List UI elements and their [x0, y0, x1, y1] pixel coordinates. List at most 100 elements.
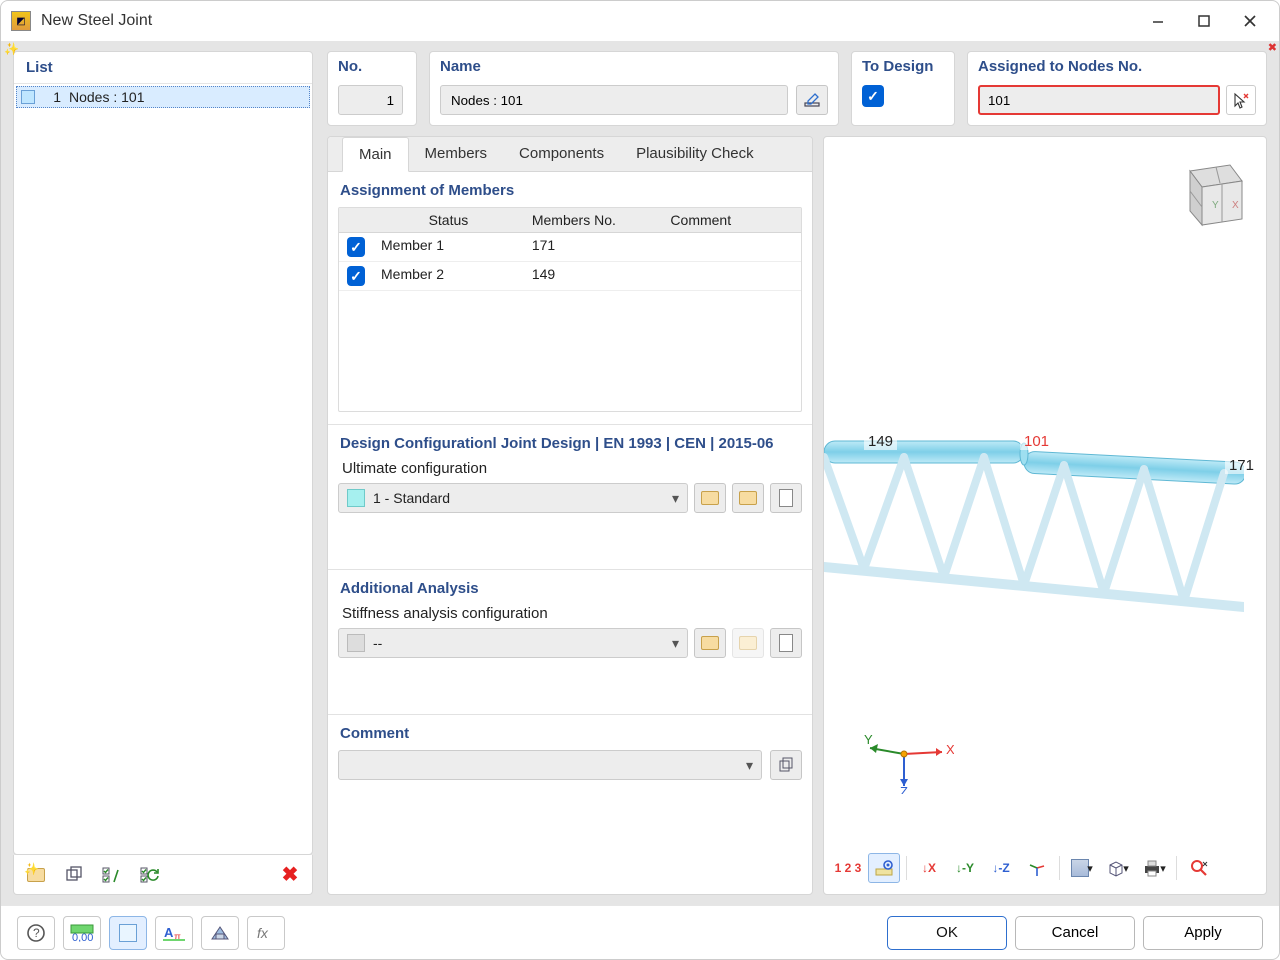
name-input[interactable] — [440, 85, 788, 115]
list-heading: List — [14, 52, 312, 84]
chevron-down-icon: ▾ — [672, 635, 679, 652]
col-members-no: Members No. — [524, 208, 663, 232]
zoom-extents-button[interactable] — [1183, 853, 1215, 883]
edit-icon — [804, 92, 820, 108]
assigned-nodes-label: Assigned to Nodes No. — [978, 58, 1256, 75]
cell-comment — [662, 233, 801, 261]
chevron-down-icon: ▾ — [746, 757, 753, 774]
view-x-button[interactable]: ↓X — [913, 853, 945, 883]
active-mode-button[interactable] — [109, 916, 147, 950]
duplicate-item-button[interactable] — [58, 860, 90, 890]
col-status: Status — [373, 208, 524, 232]
label-node-101: 101 — [1020, 433, 1053, 450]
remove-stiffness-button[interactable] — [770, 628, 802, 658]
svg-text:fx: fx — [257, 925, 269, 941]
comment-input[interactable]: ▾ — [338, 750, 762, 780]
ultimate-config-swatch — [347, 489, 365, 507]
design-config-title: Design Configurationl Joint Design | EN … — [340, 435, 802, 452]
assigned-nodes-input[interactable] — [978, 85, 1220, 115]
refresh-check-button[interactable] — [134, 860, 166, 890]
edit-name-button[interactable] — [796, 85, 828, 115]
name-card: Name — [429, 51, 839, 126]
row-checkbox[interactable]: ✓ — [347, 237, 365, 257]
cell-members-no: 149 — [524, 262, 663, 290]
stiffness-config-label: Stiffness analysis configuration — [342, 605, 802, 622]
tab-bar: Main Members Components Plausibility Che… — [328, 137, 812, 172]
show-dimensions-button[interactable] — [868, 853, 900, 883]
number-input[interactable] — [338, 85, 403, 115]
number-card: No. — [327, 51, 417, 126]
library-config-button[interactable] — [732, 483, 764, 513]
col-comment: Comment — [662, 208, 801, 232]
svg-text:0,00: 0,00 — [72, 932, 93, 942]
remove-config-button[interactable] — [770, 483, 802, 513]
tab-members[interactable]: Members — [409, 137, 504, 171]
tab-components[interactable]: Components — [503, 137, 620, 171]
view-y-button[interactable]: ↓-Y — [949, 853, 981, 883]
new-item-button[interactable] — [20, 860, 52, 890]
tab-plausibility[interactable]: Plausibility Check — [620, 137, 770, 171]
new-config-button[interactable] — [694, 483, 726, 513]
units-precision-button[interactable]: 0,00 — [63, 916, 101, 950]
name-label: Name — [440, 58, 828, 75]
table-row[interactable]: ✓ Member 1 171 — [339, 233, 801, 262]
stiffness-swatch — [347, 634, 365, 652]
svg-text:X: X — [1232, 200, 1239, 211]
preview-toolbar: 1 2 3 ↓X ↓-Y ↓-Z ▾ ▾ — [832, 850, 1258, 886]
dialog-footer: ? 0,00 Aπ fx OK Cancel Apply — [1, 905, 1279, 959]
svg-text:X: X — [946, 742, 954, 757]
row-checkbox[interactable]: ✓ — [347, 266, 365, 286]
list-body[interactable]: 1 Nodes : 101 — [14, 84, 312, 854]
cell-status: Member 1 — [373, 233, 524, 261]
comment-title: Comment — [340, 725, 802, 742]
comment-copy-button[interactable] — [770, 750, 802, 780]
display-mode-button[interactable]: ▾ — [1066, 853, 1098, 883]
axes-indicator: X Y Z — [864, 724, 954, 794]
ok-button[interactable]: OK — [887, 916, 1007, 950]
window-close-button[interactable] — [1227, 3, 1273, 39]
library-stiffness-button[interactable] — [732, 628, 764, 658]
label-node-171: 171 — [1225, 457, 1258, 474]
stiffness-config-select[interactable]: -- ▾ — [338, 628, 688, 658]
help-button[interactable]: ? — [17, 916, 55, 950]
additional-analysis-section: Additional Analysis Stiffness analysis c… — [328, 570, 812, 715]
comment-section: Comment ▾ — [328, 715, 812, 792]
members-table: Status Members No. Comment ✓ Member 1 17… — [338, 207, 802, 412]
view-z-button[interactable]: ↓-Z — [985, 853, 1017, 883]
ultimate-config-value: 1 - Standard — [373, 490, 450, 506]
function-button[interactable]: fx — [247, 916, 285, 950]
window-minimize-button[interactable] — [1135, 3, 1181, 39]
window-maximize-button[interactable] — [1181, 3, 1227, 39]
tab-main[interactable]: Main — [342, 137, 409, 172]
list-item[interactable]: 1 Nodes : 101 — [16, 86, 310, 108]
stiffness-config-value: -- — [373, 635, 382, 651]
list-item-color-swatch — [21, 90, 35, 104]
table-row[interactable]: ✓ Member 2 149 — [339, 262, 801, 291]
svg-text:Z: Z — [900, 784, 908, 794]
new-stiffness-button[interactable] — [694, 628, 726, 658]
title-bar: ◩ New Steel Joint — [1, 1, 1279, 41]
apply-button[interactable]: Apply — [1143, 916, 1263, 950]
window-title: New Steel Joint — [41, 12, 152, 30]
shape-button[interactable] — [201, 916, 239, 950]
svg-text:Y: Y — [864, 732, 873, 747]
list-item-index: 1 — [43, 89, 61, 105]
letters-button[interactable]: Aπ — [155, 916, 193, 950]
cell-comment — [662, 262, 801, 290]
view-iso-button[interactable] — [1021, 853, 1053, 883]
ultimate-config-select[interactable]: 1 - Standard ▾ — [338, 483, 688, 513]
chevron-down-icon: ▾ — [672, 490, 679, 507]
pick-nodes-button[interactable] — [1226, 85, 1256, 115]
delete-item-button[interactable]: ✖ — [274, 860, 306, 890]
view-cube[interactable]: Y X — [1170, 153, 1250, 233]
print-button[interactable]: ▾ — [1138, 853, 1170, 883]
design-config-section: Design Configurationl Joint Design | EN … — [328, 425, 812, 570]
preview-viewport[interactable]: Y X — [823, 136, 1267, 895]
cancel-button[interactable]: Cancel — [1015, 916, 1135, 950]
wireframe-button[interactable]: ▾ — [1102, 853, 1134, 883]
to-design-checkbox[interactable]: ✓ — [862, 85, 884, 107]
check-all-button[interactable] — [96, 860, 128, 890]
to-design-card: To Design ✓ — [851, 51, 955, 126]
no-label: No. — [338, 58, 406, 75]
show-numbers-button[interactable]: 1 2 3 — [832, 853, 864, 883]
